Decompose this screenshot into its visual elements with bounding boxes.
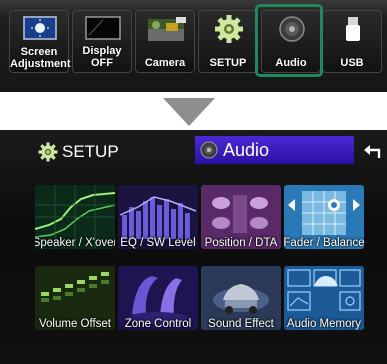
volume-offset-label: Volume Offset bbox=[38, 318, 112, 330]
zone-control-label: Zone Control bbox=[124, 318, 192, 330]
display-off-label: Display OFF bbox=[82, 45, 122, 69]
tab-setup-label: SETUP bbox=[62, 142, 119, 161]
usb-label: USB bbox=[340, 57, 364, 69]
audio-memory-button[interactable]: Audio Memory bbox=[284, 266, 364, 330]
usb-button[interactable]: USB bbox=[322, 10, 382, 73]
fader-balance-label: Fader / Balance bbox=[284, 237, 364, 249]
zone-control-button[interactable]: Zone Control bbox=[118, 266, 198, 330]
setup-button[interactable]: SETUP bbox=[198, 10, 258, 73]
back-arrow-icon[interactable] bbox=[362, 142, 382, 162]
volume-offset-button[interactable]: Volume Offset bbox=[35, 266, 115, 330]
speaker-xover-label: Speaker / X'over bbox=[35, 237, 115, 249]
screen-adjustment-icon bbox=[23, 16, 57, 40]
tab-setup[interactable]: SETUP bbox=[36, 140, 186, 164]
sound-effect-label: Sound Effect bbox=[208, 318, 274, 330]
display-off-icon bbox=[85, 16, 121, 40]
audio-memory-label: Audio Memory bbox=[286, 318, 362, 330]
audio-selection-highlight bbox=[255, 4, 323, 77]
screen-adjustment-button[interactable]: Screen Adjustment bbox=[9, 10, 71, 73]
home-shortcut-bar: Screen Adjustment Display OFF Camera SET… bbox=[0, 0, 387, 92]
eq-sw-level-label: EQ / SW Level bbox=[120, 237, 196, 249]
gear-icon bbox=[215, 15, 243, 43]
setup-label: SETUP bbox=[209, 57, 247, 69]
fader-balance-button[interactable]: Fader / Balance bbox=[284, 185, 364, 249]
screen-label-line2: Adjustment bbox=[10, 58, 71, 70]
tab-audio[interactable]: Audio bbox=[195, 136, 354, 164]
speaker-icon bbox=[200, 141, 218, 159]
speaker-xover-button[interactable]: Speaker / X'over bbox=[35, 185, 115, 249]
position-dta-label: Position / DTA bbox=[204, 237, 278, 249]
audio-menu-screen: SETUP Audio Speaker / X'over EQ / SW Lev… bbox=[0, 130, 387, 364]
sound-effect-button[interactable]: Sound Effect bbox=[201, 266, 281, 330]
camera-button[interactable]: Camera bbox=[135, 10, 195, 73]
display-off-button[interactable]: Display OFF bbox=[72, 10, 132, 73]
camera-icon bbox=[148, 17, 186, 41]
camera-label: Camera bbox=[144, 57, 186, 69]
gear-icon bbox=[38, 142, 58, 162]
tab-audio-label: Audio bbox=[223, 140, 270, 160]
down-arrow-icon bbox=[163, 98, 215, 126]
screen-label-line1: Screen bbox=[20, 46, 58, 58]
position-dta-button[interactable]: Position / DTA bbox=[201, 185, 281, 249]
eq-sw-level-button[interactable]: EQ / SW Level bbox=[118, 185, 198, 249]
usb-icon bbox=[346, 17, 360, 41]
